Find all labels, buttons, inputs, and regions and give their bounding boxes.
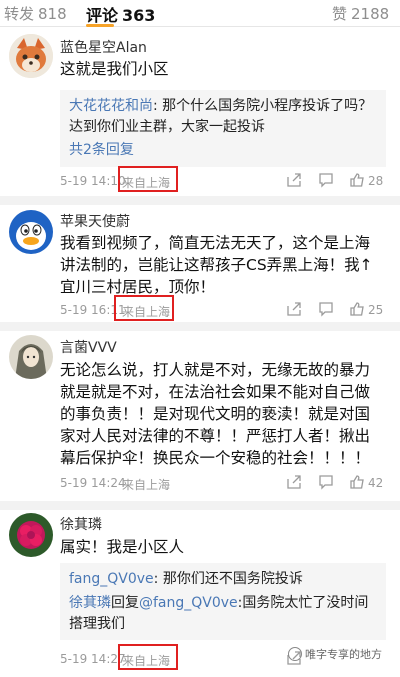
share-icon[interactable] — [286, 474, 302, 490]
divider — [0, 501, 400, 510]
comment-username[interactable]: 言菌VVV — [60, 337, 117, 357]
comment-icon[interactable] — [318, 474, 334, 490]
avatar[interactable] — [9, 335, 53, 379]
avatar[interactable] — [9, 34, 53, 78]
more-replies-link[interactable]: 共2条回复 — [69, 140, 377, 161]
comment-time: 5-19 14:10 — [60, 174, 126, 188]
reply-text: : 那你们还不国务院投诉 — [153, 571, 303, 587]
tab-likes-count: 2188 — [351, 5, 390, 23]
like-icon[interactable] — [349, 474, 365, 490]
reply-author[interactable]: 大花花花和尚 — [69, 98, 153, 114]
comment-text: 这就是我们小区 — [60, 60, 169, 78]
tab-comments-count: 363 — [122, 6, 156, 25]
comment-meta: 5-19 14:24 来自上海 42 — [60, 474, 390, 494]
comment-tabbar: 转发 818 评论 363 赞 2188 — [0, 0, 400, 27]
reply-text: 回复 — [111, 595, 139, 611]
comment-source: 来自上海 — [122, 478, 171, 492]
reply-mention[interactable]: @fang_QV0ve — [139, 595, 238, 611]
watermark-text: 唯字专享的地方 — [305, 648, 382, 661]
avatar[interactable] — [9, 513, 53, 557]
highlight-box — [118, 166, 178, 192]
like-count: 42 — [368, 476, 384, 490]
like-count: 25 — [368, 303, 384, 317]
tab-repost[interactable]: 转发 818 — [4, 3, 67, 24]
comment-meta: 5-19 14:10 来自上海 28 — [60, 166, 390, 192]
comment-icon[interactable] — [318, 301, 334, 317]
reply-line: fang_QV0ve: 那你们还不国务院投诉 — [69, 569, 377, 590]
tab-comments[interactable]: 评论 363 — [86, 2, 155, 26]
active-tab-indicator — [86, 24, 114, 27]
like-count: 28 — [368, 174, 384, 188]
like-icon[interactable] — [349, 172, 365, 188]
share-icon[interactable] — [286, 301, 302, 317]
reply-author[interactable]: 徐萁璘 — [69, 595, 111, 611]
watermark: 唯字专享的地方 — [288, 646, 382, 662]
reply-line: 大花花花和尚: 那个什么国务院小程序投诉了吗？达到你们业主群，大家一起投诉 — [69, 96, 377, 138]
comment-item: 言菌VVV 无论怎么说，打人就是不对，无缘无故的暴力就是就是不对，在法治社会如果… — [0, 331, 400, 501]
comment-item: 蓝色星空Alan 这就是我们小区 大花花花和尚: 那个什么国务院小程序投诉了吗？… — [0, 28, 400, 196]
tab-likes-label: 赞 — [332, 5, 348, 23]
comment-time: 5-19 14:24 — [60, 476, 126, 490]
reply-box[interactable]: fang_QV0ve: 那你们还不国务院投诉 徐萁璘回复@fang_QV0ve:… — [60, 563, 386, 640]
tab-repost-label: 转发 — [4, 5, 35, 23]
tab-comments-label: 评论 — [86, 6, 119, 25]
highlight-box — [114, 295, 174, 321]
like-icon[interactable] — [349, 301, 365, 317]
reply-line: 徐萁璘回复@fang_QV0ve:国务院太忙了没时间搭理我们 — [69, 593, 377, 635]
divider — [0, 322, 400, 331]
comment-meta: 5-19 16:11 来自上海 25 — [60, 295, 390, 321]
comment-item: 苹果天使蔚 我看到视频了，简直无法无天了，这个是上海讲法制的，岂能让这帮孩子CS… — [0, 205, 400, 322]
highlight-box — [118, 644, 178, 670]
reply-box[interactable]: 大花花花和尚: 那个什么国务院小程序投诉了吗？达到你们业主群，大家一起投诉 共2… — [60, 90, 386, 167]
divider — [0, 196, 400, 205]
comment-icon[interactable] — [318, 172, 334, 188]
share-icon[interactable] — [286, 172, 302, 188]
avatar[interactable] — [9, 210, 53, 254]
tab-repost-count: 818 — [38, 5, 67, 23]
comment-text: 我看到视频了，简直无法无天了，这个是上海讲法制的，岂能让这帮孩子CS弄黑上海！我… — [60, 234, 373, 296]
comment-username[interactable]: 苹果天使蔚 — [60, 211, 130, 231]
reply-author[interactable]: fang_QV0ve — [69, 571, 154, 587]
wechat-icon — [288, 647, 302, 661]
tab-likes[interactable]: 赞 2188 — [332, 3, 389, 24]
comment-username[interactable]: 蓝色星空Alan — [60, 37, 147, 57]
comment-username[interactable]: 徐萁璘 — [60, 514, 102, 534]
comment-text: 属实！我是小区人 — [60, 538, 185, 556]
comment-time: 5-19 14:27 — [60, 652, 126, 666]
comment-text: 无论怎么说，打人就是不对，无缘无故的暴力就是就是不对，在法治社会如果不能对自己做… — [60, 361, 371, 467]
